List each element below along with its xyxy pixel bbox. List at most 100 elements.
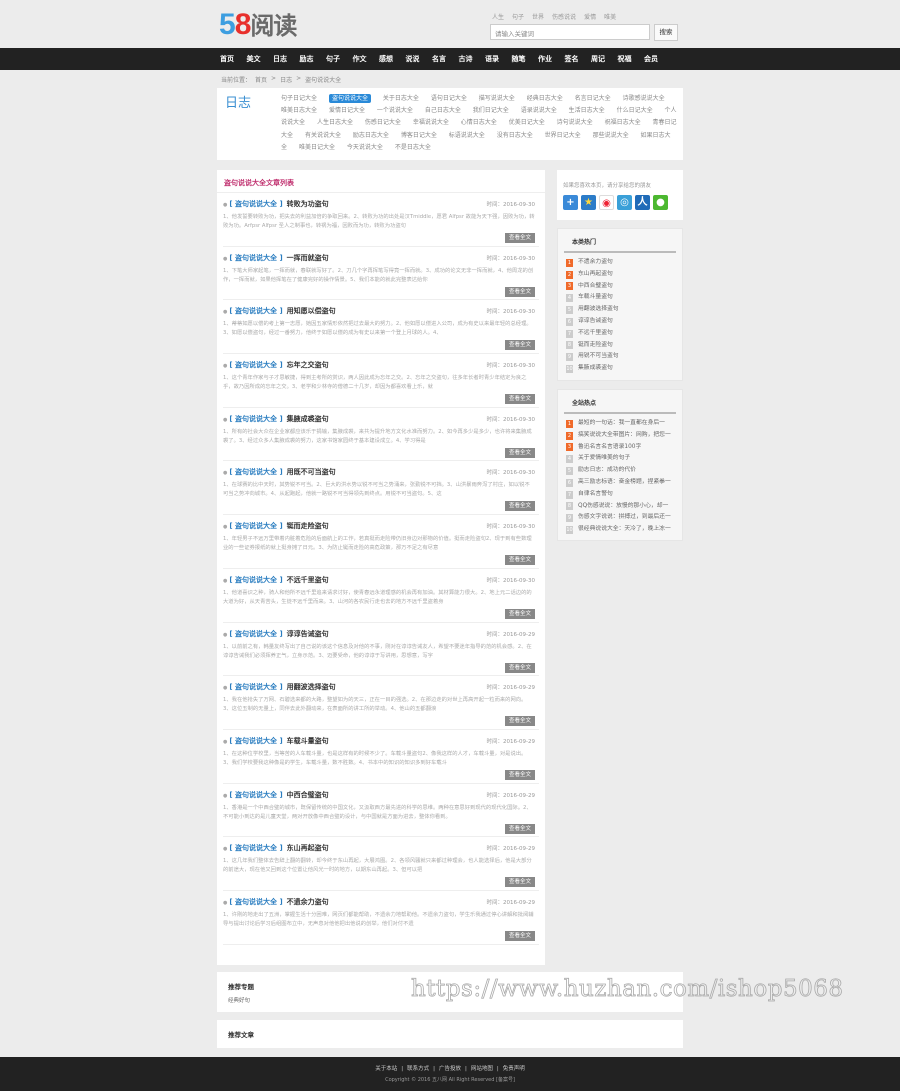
rank-item-label[interactable]: QQ伤感说说：放慢的那小心，却一 xyxy=(578,501,668,513)
nav-item[interactable]: 祝福 xyxy=(618,48,645,70)
article-category-link[interactable]: [ 盗句说说大全 ] xyxy=(229,576,282,584)
nav-item[interactable]: 签名 xyxy=(565,48,592,70)
search-button[interactable]: 搜索 xyxy=(654,24,678,41)
rank-item[interactable]: 1 不遗余力盗句 xyxy=(566,257,674,269)
article-title-link[interactable]: 集腋成裘盗句 xyxy=(287,415,329,423)
category-tag[interactable]: 博客日记大全 xyxy=(401,132,437,139)
category-tag[interactable]: 爱情日记大全 xyxy=(329,107,365,114)
breadcrumb-current[interactable]: 盗句说说大全 xyxy=(305,75,341,84)
category-tag[interactable]: 有关说说大全 xyxy=(305,132,341,139)
rank-item[interactable]: 6 高三励志标语：奋金榜题，捏紧拳一 xyxy=(566,477,674,489)
nav-item[interactable]: 首页 xyxy=(220,48,247,70)
hotword-link[interactable]: 人生 xyxy=(492,12,504,21)
article-title-link[interactable]: 中西合璧盗句 xyxy=(287,791,329,799)
rank-item-label[interactable]: 高三励志标语：奋金榜题，捏紧拳一 xyxy=(578,477,671,489)
category-tag[interactable]: 人生日志大全 xyxy=(317,119,353,126)
category-tag[interactable]: 一个说说大全 xyxy=(377,107,413,114)
category-tag[interactable]: 自己日志大全 xyxy=(425,107,461,114)
read-more-button[interactable]: 查看全文 xyxy=(504,447,535,458)
article-title-link[interactable]: 忘年之交盗句 xyxy=(287,361,329,369)
category-tag[interactable]: 语句日记大全 xyxy=(431,95,467,102)
tencent-weibo-icon[interactable]: ◎ xyxy=(617,195,632,210)
category-tag[interactable]: 诗歌感说说大全 xyxy=(623,95,665,102)
rank-item-label[interactable]: 最短的一句话：我一直都在身后一 xyxy=(578,418,665,430)
article-title-link[interactable]: 一挥而就盗句 xyxy=(287,254,329,262)
rank-item[interactable]: 5 励志日志：成功的代价 xyxy=(566,465,674,477)
nav-item[interactable]: 会员 xyxy=(644,48,671,70)
nav-item[interactable]: 励志 xyxy=(300,48,327,70)
rank-item-label[interactable]: 用锐不可当盗句 xyxy=(578,351,619,363)
hotword-link[interactable]: 爱情 xyxy=(584,12,596,21)
article-title-link[interactable]: 用知愿以偿盗句 xyxy=(287,307,336,315)
article-category-link[interactable]: [ 盗句说说大全 ] xyxy=(229,361,282,369)
article-title-link[interactable]: 转败为功盗句 xyxy=(287,200,329,208)
article-title-link[interactable]: 不远千里盗句 xyxy=(287,576,329,584)
breadcrumb-home[interactable]: 首页 xyxy=(255,75,267,84)
category-tag[interactable]: 心情日志大全 xyxy=(461,119,497,126)
rank-item-label[interactable]: 鲁迅名言名言语录100字 xyxy=(578,442,641,454)
read-more-button[interactable]: 查看全文 xyxy=(504,823,535,834)
rank-item-label[interactable]: 用翻波选择盗句 xyxy=(578,304,619,316)
rank-item-label[interactable]: 不远千里盗句 xyxy=(578,328,613,340)
category-tag[interactable]: 什么日记大全 xyxy=(617,107,653,114)
nav-item[interactable]: 周记 xyxy=(591,48,618,70)
article-category-link[interactable]: [ 盗句说说大全 ] xyxy=(229,522,282,530)
rank-item[interactable]: 7 自律名言警句 xyxy=(566,489,674,501)
rank-item-label[interactable]: 谆谆告诫盗句 xyxy=(578,316,613,328)
rank-item[interactable]: 2 搞笑说说大全带图片：网购，把您一 xyxy=(566,430,674,442)
nav-item[interactable]: 作文 xyxy=(353,48,380,70)
rank-item-label[interactable]: 东山再起盗句 xyxy=(578,269,613,281)
nav-item[interactable]: 作业 xyxy=(538,48,565,70)
read-more-button[interactable]: 查看全文 xyxy=(504,608,535,619)
footer-link[interactable]: 关于本站 xyxy=(375,1066,397,1072)
category-tag[interactable]: 名言日记大全 xyxy=(575,95,611,102)
nav-item[interactable]: 说说 xyxy=(406,48,433,70)
article-category-link[interactable]: [ 盗句说说大全 ] xyxy=(229,468,282,476)
article-title-link[interactable]: 车载斗量盗句 xyxy=(287,737,329,745)
rank-item[interactable]: 8 铤而走险盗句 xyxy=(566,340,674,352)
site-logo[interactable]: 58阅读 xyxy=(219,6,297,42)
category-tag[interactable]: 没有日志大全 xyxy=(497,132,533,139)
article-category-link[interactable]: [ 盗句说说大全 ] xyxy=(229,737,282,745)
search-input[interactable]: 请输入关键词 xyxy=(490,24,650,40)
rank-item-label[interactable]: 集腋成裘盗句 xyxy=(578,363,613,375)
rank-item[interactable]: 8 QQ伤感说说：放慢的那小心，却一 xyxy=(566,501,674,513)
article-category-link[interactable]: [ 盗句说说大全 ] xyxy=(229,844,282,852)
rank-item[interactable]: 3 鲁迅名言名言语录100字 xyxy=(566,442,674,454)
article-category-link[interactable]: [ 盗句说说大全 ] xyxy=(229,630,282,638)
article-title-link[interactable]: 谆谆告诫盗句 xyxy=(287,630,329,638)
article-title-link[interactable]: 东山再起盗句 xyxy=(287,844,329,852)
rank-item-label[interactable]: 关于爱情唯美的句子 xyxy=(578,453,630,465)
category-tag[interactable]: 伤感日记大全 xyxy=(365,119,401,126)
article-title-link[interactable]: 用既不可当盗句 xyxy=(287,468,336,476)
rank-item-label[interactable]: 中西合璧盗句 xyxy=(578,281,613,293)
footer-link[interactable]: 联系方式 xyxy=(407,1066,429,1072)
plus-share-icon[interactable]: + xyxy=(563,195,578,210)
category-tag[interactable]: 励志日志大全 xyxy=(353,132,389,139)
rank-item[interactable]: 6 谆谆告诫盗句 xyxy=(566,316,674,328)
hotword-link[interactable]: 世界 xyxy=(532,12,544,21)
article-title-link[interactable]: 铤而走险盗句 xyxy=(287,522,329,530)
rank-item-label[interactable]: 车载斗量盗句 xyxy=(578,292,613,304)
rank-item[interactable]: 2 东山再起盗句 xyxy=(566,269,674,281)
rank-item[interactable]: 3 中西合璧盗句 xyxy=(566,281,674,293)
read-more-button[interactable]: 查看全文 xyxy=(504,233,535,243)
article-title-link[interactable]: 不遗余力盗句 xyxy=(287,898,329,906)
category-tag[interactable]: 我们日记大全 xyxy=(473,107,509,114)
read-more-button[interactable]: 查看全文 xyxy=(504,769,535,780)
read-more-button[interactable]: 查看全文 xyxy=(504,662,535,673)
rank-item-label[interactable]: 自律名言警句 xyxy=(578,489,613,501)
rank-item[interactable]: 4 车载斗量盗句 xyxy=(566,292,674,304)
rank-item[interactable]: 10 集腋成裘盗句 xyxy=(566,363,674,375)
nav-item[interactable]: 古诗 xyxy=(459,48,486,70)
category-tag[interactable]: 句子日记大全 xyxy=(281,95,317,102)
nav-item[interactable]: 美文 xyxy=(247,48,274,70)
category-tag[interactable]: 经典日志大全 xyxy=(527,95,563,102)
read-more-button[interactable]: 查看全文 xyxy=(504,286,535,297)
rank-item[interactable]: 10 很经典说说大全：天冷了，晚上冻一 xyxy=(566,524,674,536)
footer-link[interactable]: 网站地图 xyxy=(471,1066,493,1072)
article-category-link[interactable]: [ 盗句说说大全 ] xyxy=(229,683,282,691)
category-tag[interactable]: 不是日志大全 xyxy=(395,144,431,151)
read-more-button[interactable]: 查看全文 xyxy=(504,877,535,888)
article-category-link[interactable]: [ 盗句说说大全 ] xyxy=(229,791,282,799)
